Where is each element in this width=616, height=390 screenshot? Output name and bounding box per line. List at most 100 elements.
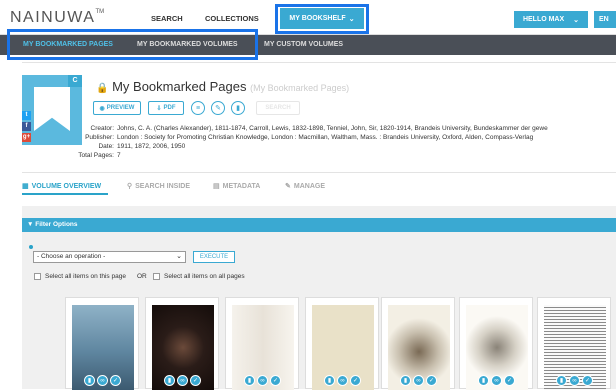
volume-card[interactable]: ▮ ∞ ✓	[537, 297, 611, 390]
meta-publisher: Publisher: London : Society for Promoting…	[70, 134, 533, 141]
twitter-icon[interactable]: t	[22, 111, 31, 120]
chevron-down-icon: ⌄	[573, 16, 580, 24]
logo-text: NAINUWA	[10, 9, 96, 26]
lock-icon: 🔒	[96, 83, 109, 94]
bookmark-icon[interactable]: ▮	[84, 375, 95, 386]
tab-label: VOLUME OVERVIEW	[31, 182, 102, 190]
language-label: EN	[599, 16, 609, 23]
volume-card[interactable]: ▮ ∞ ✓	[145, 297, 219, 390]
select-page-label: Select all items on this page	[45, 273, 126, 280]
info-icon[interactable]	[29, 245, 33, 249]
chevron-down-icon: ▼	[27, 221, 34, 228]
meta-key: Total Pages:	[78, 152, 114, 159]
bookmark-icon[interactable]: ▮	[556, 375, 567, 386]
list-icon[interactable]: ≡	[191, 101, 205, 115]
meta-date: Date: 1911, 1872, 2006, 1950	[70, 143, 185, 150]
active-tab-indicator	[22, 193, 108, 195]
bookmark-icon	[34, 87, 70, 131]
user-menu-label: HELLO MAX	[522, 16, 565, 23]
download-icon: ⇩	[156, 105, 162, 112]
page-title: 🔒 My Bookmarked Pages (My Bookmarked Pag…	[96, 79, 349, 94]
my-bookshelf-highlight	[275, 4, 369, 34]
disabled-action-label: SEARCH	[265, 105, 291, 111]
bookmark-icon[interactable]: ▮	[164, 375, 175, 386]
meta-value: London : Society for Promoting Christian…	[117, 134, 534, 141]
site-logo[interactable]: NAINUWATM	[10, 9, 104, 27]
meta-value: 7	[117, 152, 121, 159]
preview-button[interactable]: ◉ PREVIEW	[93, 101, 141, 115]
tab-search-inside[interactable]: ⚲ SEARCH INSIDE	[127, 182, 190, 191]
user-menu-button[interactable]: HELLO MAX ⌄	[514, 11, 588, 28]
check-icon[interactable]: ✓	[270, 375, 281, 386]
check-icon[interactable]: ✓	[582, 375, 593, 386]
edit-icon[interactable]: ✎	[211, 101, 225, 115]
volume-card[interactable]: ▮ ∞ ✓	[305, 297, 379, 390]
meta-creator: Creator: Johns, C. A. (Charles Alexander)…	[70, 125, 548, 132]
link-icon[interactable]: ∞	[257, 375, 268, 386]
pdf-label: PDF	[163, 105, 176, 111]
meta-value: Johns, C. A. (Charles Alexander), 1811-1…	[117, 125, 548, 132]
link-icon[interactable]: ∞	[491, 375, 502, 386]
select-all-checkbox[interactable]	[153, 273, 160, 280]
bookmark-icon[interactable]: ▮	[478, 375, 489, 386]
title-subtitle: (My Bookmarked Pages)	[250, 83, 350, 93]
volume-card[interactable]: ▮ ∞ ✓	[65, 297, 139, 390]
check-icon[interactable]: ✓	[110, 375, 121, 386]
pdf-button[interactable]: ⇩ PDF	[148, 101, 184, 115]
language-button[interactable]: EN	[594, 11, 616, 28]
check-icon[interactable]: ✓	[504, 375, 515, 386]
meta-key: Publisher:	[85, 134, 114, 141]
check-icon[interactable]: ✓	[426, 375, 437, 386]
bookmark-icon[interactable]: ▮	[244, 375, 255, 386]
tab-label: MANAGE	[293, 182, 325, 190]
eye-icon: ◉	[99, 105, 105, 112]
or-label: OR	[137, 273, 147, 280]
execute-button[interactable]: EXECUTE	[193, 251, 235, 263]
facebook-icon[interactable]: f	[22, 122, 31, 131]
tab-volume-overview[interactable]: ▦ VOLUME OVERVIEW	[22, 182, 102, 191]
google-plus-icon[interactable]: g+	[22, 133, 31, 142]
meta-key: Creator:	[90, 125, 114, 132]
filter-title: Filter Options	[35, 221, 78, 228]
check-icon[interactable]: ✓	[190, 375, 201, 386]
grid-icon: ▦	[22, 183, 29, 190]
volume-card[interactable]: ▮ ∞ ✓	[225, 297, 299, 390]
tab-my-custom-volumes[interactable]: MY CUSTOM VOLUMES	[264, 41, 343, 48]
bookmark-button-icon[interactable]: ▮	[231, 101, 245, 115]
link-icon[interactable]: ∞	[569, 375, 580, 386]
nav-collections[interactable]: COLLECTIONS	[205, 14, 259, 23]
card-actions: ▮ ∞ ✓	[324, 375, 361, 386]
disabled-action-button: SEARCH	[256, 101, 300, 115]
volume-card[interactable]: ▮ ∞ ✓	[381, 297, 455, 390]
table-icon: ▤	[213, 183, 220, 190]
volume-card[interactable]: ▮ ∞ ✓	[459, 297, 533, 390]
card-actions: ▮ ∞ ✓	[244, 375, 281, 386]
check-icon[interactable]: ✓	[350, 375, 361, 386]
link-icon[interactable]: ∞	[177, 375, 188, 386]
card-actions: ▮ ∞ ✓	[556, 375, 593, 386]
search-icon: ⚲	[127, 183, 133, 190]
meta-value: 1911, 1872, 2006, 1950	[117, 143, 186, 150]
operation-select[interactable]: - Choose an operation - ⌄	[33, 251, 186, 263]
link-icon[interactable]: ∞	[413, 375, 424, 386]
filter-options-header[interactable]: ▼ Filter Options	[22, 218, 616, 232]
pencil-icon: ✎	[285, 183, 291, 190]
chevron-down-icon: ⌄	[176, 253, 182, 260]
link-icon[interactable]: ∞	[337, 375, 348, 386]
meta-key: Date:	[98, 143, 114, 150]
tab-metadata[interactable]: ▤ METADATA	[213, 182, 261, 191]
divider	[22, 172, 616, 173]
select-all-label: Select all items on all pages	[164, 273, 245, 280]
bookmark-icon[interactable]: ▮	[400, 375, 411, 386]
card-actions: ▮ ∞ ✓	[400, 375, 437, 386]
tab-manage[interactable]: ✎ MANAGE	[285, 182, 325, 191]
bookmark-icon[interactable]: ▮	[324, 375, 335, 386]
title-text: My Bookmarked Pages	[112, 79, 247, 94]
card-actions: ▮ ∞ ✓	[84, 375, 121, 386]
tab-label: SEARCH INSIDE	[135, 182, 190, 190]
nav-search[interactable]: SEARCH	[151, 14, 183, 23]
tab-label: METADATA	[222, 182, 261, 190]
select-page-checkbox[interactable]	[34, 273, 41, 280]
card-actions: ▮ ∞ ✓	[478, 375, 515, 386]
link-icon[interactable]: ∞	[97, 375, 108, 386]
